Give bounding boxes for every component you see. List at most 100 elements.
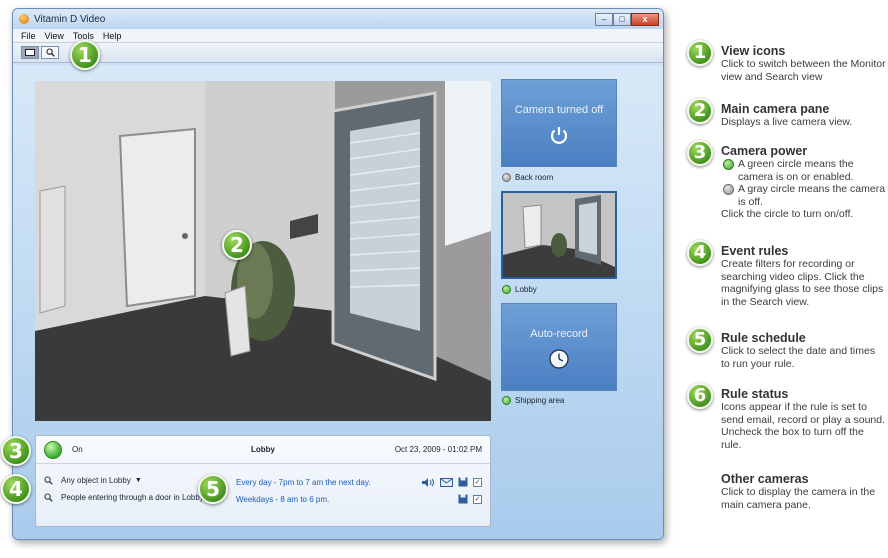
chevron-down-icon[interactable]: ▼ — [135, 477, 142, 484]
lobby-thumbnail — [503, 193, 615, 277]
app-window: Vitamin D Video – □ x File View Tools He… — [12, 8, 664, 540]
annotation-text: Create filters for recording or searchin… — [721, 258, 884, 308]
record-icon — [458, 494, 468, 504]
annotation-text: Displays a live camera view. — [721, 116, 853, 128]
camera-power-on-icon[interactable] — [502, 396, 511, 405]
rule-name[interactable]: Any object in Lobby — [61, 476, 131, 485]
app-logo-icon — [19, 14, 29, 24]
rule-schedule-link[interactable]: Weekdays - 8 am to 6 pm. — [236, 495, 329, 504]
rule-status-icons: ✓ — [458, 494, 482, 504]
annotation-text: Click to display the camera in the main … — [721, 486, 876, 511]
camera-name: Back room — [515, 173, 554, 182]
camera-power-toggle[interactable] — [44, 440, 62, 459]
monitor-view: Camera turned off Back room Lobby Auto-r… — [13, 65, 663, 539]
lobby-camera-feed — [35, 81, 491, 421]
screenshot: Vitamin D Video – □ x File View Tools He… — [0, 0, 888, 558]
camera-power-on-icon[interactable] — [502, 285, 511, 294]
toolbar — [13, 43, 663, 63]
rules-header: On Lobby Oct 23, 2009 - 01:02 PM — [36, 436, 490, 464]
search-icon[interactable] — [44, 493, 53, 502]
menu-tools[interactable]: Tools — [73, 31, 94, 41]
menu-file[interactable]: File — [21, 31, 36, 41]
close-button[interactable]: x — [631, 12, 659, 26]
camera-tile-back-room[interactable]: Camera turned off — [501, 79, 617, 167]
camera-name-heading: Lobby — [251, 445, 275, 454]
clock-icon — [549, 349, 569, 369]
annotation-rule-status: Rule status Icons appear if the rule is … — [721, 387, 886, 451]
legend-off: A gray circle means the camera is off. — [723, 183, 886, 208]
event-rules-panel: On Lobby Oct 23, 2009 - 01:02 PM Any obj… — [35, 435, 491, 527]
rule-row: People entering through a door in Lobby — [44, 493, 204, 502]
annotation-camera-power: Camera power A green circle means the ca… — [721, 144, 886, 221]
annotation-title: Event rules — [721, 244, 789, 258]
auto-record-text: Auto-record — [530, 328, 588, 340]
callout-3: 3 — [1, 436, 31, 466]
camera-tile-lobby[interactable] — [501, 191, 617, 279]
record-icon — [458, 477, 468, 487]
callout-1: 1 — [70, 40, 100, 70]
menu-view[interactable]: View — [45, 31, 64, 41]
search-icon — [45, 48, 55, 57]
rule-name[interactable]: People entering through a door in Lobby — [61, 493, 204, 502]
camera-power-off-icon[interactable] — [502, 173, 511, 182]
annotation-text: Icons appear if the rule is set to send … — [721, 401, 886, 451]
annotation-number-4: 4 — [687, 240, 713, 266]
monitor-icon — [25, 48, 35, 56]
monitor-view-button[interactable] — [21, 46, 39, 59]
annotation-number-1: 1 — [687, 40, 713, 66]
annotation-main-camera-pane: Main camera pane Displays a live camera … — [721, 102, 886, 129]
camera-label-shipping-area[interactable]: Shipping area — [502, 396, 564, 405]
sound-icon — [422, 477, 434, 487]
green-circle-icon — [723, 159, 734, 170]
legend-on-text: A green circle means the camera is on or… — [738, 158, 854, 183]
gray-circle-icon — [723, 184, 734, 195]
annotation-other-cameras: Other cameras Click to display the camer… — [721, 472, 886, 511]
camera-label-lobby[interactable]: Lobby — [502, 285, 537, 294]
callout-4: 4 — [1, 474, 31, 504]
annotation-number-3: 3 — [687, 140, 713, 166]
callout-2: 2 — [222, 230, 252, 260]
annotation-title: Rule schedule — [721, 331, 806, 345]
callout-5: 5 — [198, 474, 228, 504]
annotation-number-2: 2 — [687, 98, 713, 124]
menu-help[interactable]: Help — [103, 31, 122, 41]
title-bar: Vitamin D Video – □ x — [13, 9, 663, 29]
camera-tile-shipping-area[interactable]: Auto-record — [501, 303, 617, 391]
search-view-button[interactable] — [41, 46, 59, 59]
legend-off-text: A gray circle means the camera is off. — [738, 183, 886, 208]
power-icon — [550, 127, 568, 144]
camera-off-text: Camera turned off — [514, 104, 604, 116]
window-controls: – □ x — [595, 12, 659, 26]
annotation-number-6: 6 — [687, 383, 713, 409]
annotation-title: Rule status — [721, 387, 789, 401]
rule-enabled-checkbox[interactable]: ✓ — [473, 494, 482, 504]
rule-row: Any object in Lobby ▼ — [44, 476, 142, 485]
annotation-title: View icons — [721, 44, 786, 58]
annotation-number-5: 5 — [687, 327, 713, 353]
minimize-button[interactable]: – — [595, 12, 613, 26]
annotation-title: Main camera pane — [721, 102, 830, 116]
maximize-button[interactable]: □ — [613, 12, 631, 26]
annotation-text: Click to switch between the Monitor view… — [721, 58, 886, 83]
annotation-event-rules: Event rules Create filters for recording… — [721, 244, 886, 308]
window-title: Vitamin D Video — [34, 13, 106, 25]
rule-enabled-checkbox[interactable]: ✓ — [473, 477, 482, 487]
camera-name: Shipping area — [515, 396, 565, 405]
rule-status-icons: ✓ — [422, 477, 482, 487]
main-camera-pane[interactable] — [35, 81, 491, 421]
power-status-label: On — [72, 445, 83, 454]
annotation-title: Other cameras — [721, 472, 809, 486]
camera-name: Lobby — [515, 285, 537, 294]
annotation-text: Click to select the date and times to ru… — [721, 345, 876, 370]
annotation-view-icons: View icons Click to switch between the M… — [721, 44, 886, 83]
rule-schedule-link[interactable]: Every day - 7pm to 7 am the next day. — [236, 478, 371, 487]
timestamp: Oct 23, 2009 - 01:02 PM — [394, 445, 482, 454]
email-icon — [440, 477, 453, 487]
annotation-text: Click the circle to turn on/off. — [721, 208, 854, 220]
menu-bar: File View Tools Help — [13, 29, 663, 43]
annotation-title: Camera power — [721, 144, 808, 158]
annotation-rule-schedule: Rule schedule Click to select the date a… — [721, 331, 886, 370]
camera-label-back-room[interactable]: Back room — [502, 173, 553, 182]
search-icon[interactable] — [44, 476, 53, 485]
legend-on: A green circle means the camera is on or… — [723, 158, 886, 183]
